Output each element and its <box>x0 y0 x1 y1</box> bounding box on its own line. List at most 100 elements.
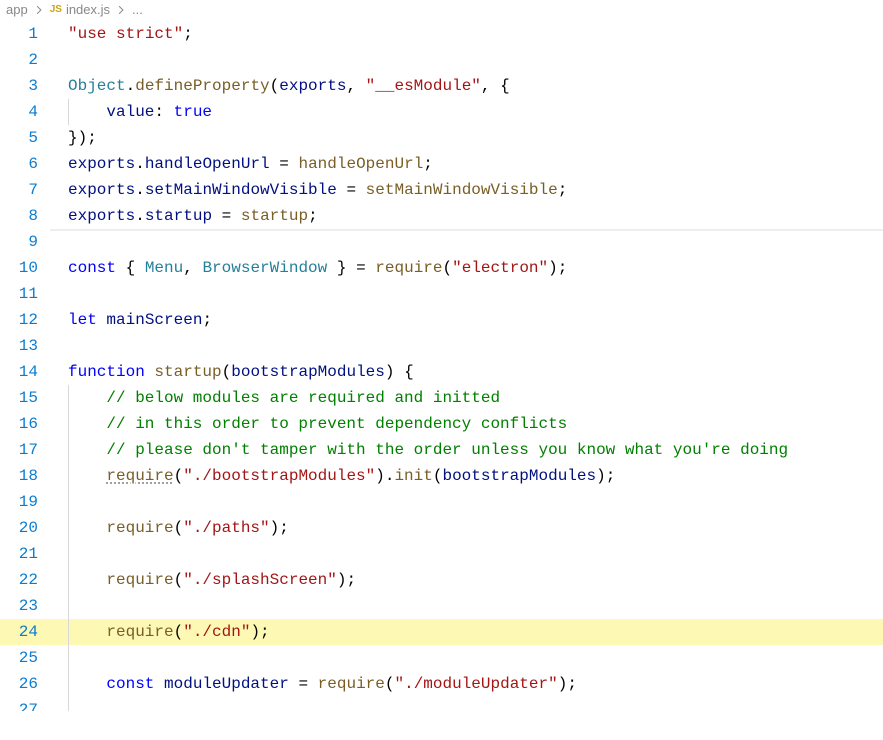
token-str: "./paths" <box>183 519 269 537</box>
token-punct: . <box>135 155 145 173</box>
token-fn: require <box>106 623 173 641</box>
token-fn: setMainWindowVisible <box>366 181 558 199</box>
token-fn: require <box>318 675 385 693</box>
token-cmt: // below modules are required and initte… <box>106 389 500 407</box>
code-line[interactable]: 6exports.handleOpenUrl = handleOpenUrl; <box>0 151 883 177</box>
token-kw: const <box>68 259 116 277</box>
code-line[interactable]: 10const { Menu, BrowserWindow } = requir… <box>0 255 883 281</box>
code-line[interactable]: 19 <box>0 489 883 515</box>
code-content[interactable] <box>50 645 883 671</box>
code-content[interactable]: }); <box>50 125 883 151</box>
token-punct: } = <box>327 259 375 277</box>
code-line[interactable]: 9 <box>0 229 883 255</box>
code-line[interactable]: 8exports.startup = startup; <box>0 203 883 229</box>
token-punct: ( <box>174 623 184 641</box>
code-content[interactable] <box>50 541 883 567</box>
line-number: 16 <box>0 411 50 437</box>
token-prop: setMainWindowVisible <box>145 181 337 199</box>
breadcrumb-item-file[interactable]: JS index.js <box>50 2 110 17</box>
code-line[interactable]: 27 <box>0 697 883 711</box>
code-content[interactable]: Object.defineProperty(exports, "__esModu… <box>50 73 883 99</box>
code-content[interactable]: let mainScreen; <box>50 307 883 333</box>
token-str: "electron" <box>452 259 548 277</box>
token-fn: require <box>106 519 173 537</box>
code-line[interactable]: 26const moduleUpdater = require("./modul… <box>0 671 883 697</box>
code-line[interactable]: 16// in this order to prevent dependency… <box>0 411 883 437</box>
code-line[interactable]: 23 <box>0 593 883 619</box>
token-punct: . <box>135 181 145 199</box>
code-content[interactable]: const moduleUpdater = require("./moduleU… <box>50 671 883 697</box>
token-cmt: // please don't tamper with the order un… <box>106 441 788 459</box>
code-content[interactable]: const { Menu, BrowserWindow } = require(… <box>50 255 883 281</box>
code-content[interactable]: value: true <box>50 99 883 125</box>
code-content[interactable]: // in this order to prevent dependency c… <box>50 411 883 437</box>
token-fn: defineProperty <box>135 77 269 95</box>
line-number: 22 <box>0 567 50 593</box>
code-line[interactable]: 13 <box>0 333 883 359</box>
code-content[interactable]: // below modules are required and initte… <box>50 385 883 411</box>
breadcrumb[interactable]: app JS index.js ... <box>0 0 883 21</box>
token-str: "./splashScreen" <box>183 571 337 589</box>
token-punct: . <box>126 77 136 95</box>
token-punct: ); <box>250 623 269 641</box>
line-number: 15 <box>0 385 50 411</box>
line-number: 4 <box>0 99 50 125</box>
line-number: 12 <box>0 307 50 333</box>
token-str: "use strict" <box>68 25 183 43</box>
code-content[interactable]: require("./bootstrapModules").init(boots… <box>50 463 883 489</box>
code-content[interactable]: exports.handleOpenUrl = handleOpenUrl; <box>50 151 883 177</box>
code-content[interactable]: exports.startup = startup; <box>50 203 883 229</box>
code-content[interactable] <box>50 697 883 711</box>
code-line[interactable]: 24require("./cdn"); <box>0 619 883 645</box>
code-line[interactable]: 12let mainScreen; <box>0 307 883 333</box>
code-line[interactable]: 21 <box>0 541 883 567</box>
token-punct: = <box>270 155 299 173</box>
token-punct: = <box>289 675 318 693</box>
code-content[interactable]: require("./paths"); <box>50 515 883 541</box>
code-content[interactable]: // please don't tamper with the order un… <box>50 437 883 463</box>
code-line[interactable]: 1"use strict"; <box>0 21 883 47</box>
code-content[interactable]: "use strict"; <box>50 21 883 47</box>
code-line[interactable]: 14function startup(bootstrapModules) { <box>0 359 883 385</box>
code-line[interactable]: 4value: true <box>0 99 883 125</box>
token-str: "__esModule" <box>366 77 481 95</box>
breadcrumb-file-label: index.js <box>66 2 110 17</box>
code-line[interactable]: 2 <box>0 47 883 73</box>
code-line[interactable]: 7exports.setMainWindowVisible = setMainW… <box>0 177 883 203</box>
code-content[interactable]: require("./splashScreen"); <box>50 567 883 593</box>
code-line[interactable]: 15 // below modules are required and init… <box>0 385 883 411</box>
breadcrumb-item[interactable]: ... <box>132 2 143 17</box>
code-line[interactable]: 17// please don't tamper with the order … <box>0 437 883 463</box>
code-line[interactable]: 18require("./bootstrapModules").init(boo… <box>0 463 883 489</box>
line-number: 8 <box>0 203 50 229</box>
code-content[interactable]: require("./cdn"); <box>50 619 883 645</box>
code-line[interactable]: 3Object.defineProperty(exports, "__esMod… <box>0 73 883 99</box>
code-line[interactable]: 11 <box>0 281 883 307</box>
code-line[interactable]: 22require("./splashScreen"); <box>0 567 883 593</box>
token-kw: const <box>106 675 154 693</box>
token-punct: ( <box>174 571 184 589</box>
token-punct: , { <box>481 77 510 95</box>
code-content[interactable] <box>50 489 883 515</box>
code-content[interactable] <box>50 593 883 619</box>
code-content[interactable]: exports.setMainWindowVisible = setMainWi… <box>50 177 883 203</box>
token-punct: ) { <box>385 363 414 381</box>
token-prop: startup <box>145 207 212 225</box>
code-content[interactable]: function startup(bootstrapModules) { <box>50 359 883 385</box>
line-number: 3 <box>0 73 50 99</box>
token-prop: handleOpenUrl <box>145 155 270 173</box>
code-line[interactable]: 25 <box>0 645 883 671</box>
code-editor[interactable]: 1"use strict";23Object.defineProperty(ex… <box>0 21 883 711</box>
line-number: 11 <box>0 281 50 307</box>
token-punct: ); <box>270 519 289 537</box>
token-str: "./bootstrapModules" <box>183 467 375 485</box>
token-cls: BrowserWindow <box>202 259 327 277</box>
token-fn: init <box>394 467 432 485</box>
token-punct: ( <box>174 467 184 485</box>
breadcrumb-item[interactable]: app <box>6 2 28 17</box>
code-line[interactable]: 20require("./paths"); <box>0 515 883 541</box>
token-kw: function <box>68 363 145 381</box>
token-punct: , <box>183 259 202 277</box>
code-line[interactable]: 5}); <box>0 125 883 151</box>
line-number: 23 <box>0 593 50 619</box>
